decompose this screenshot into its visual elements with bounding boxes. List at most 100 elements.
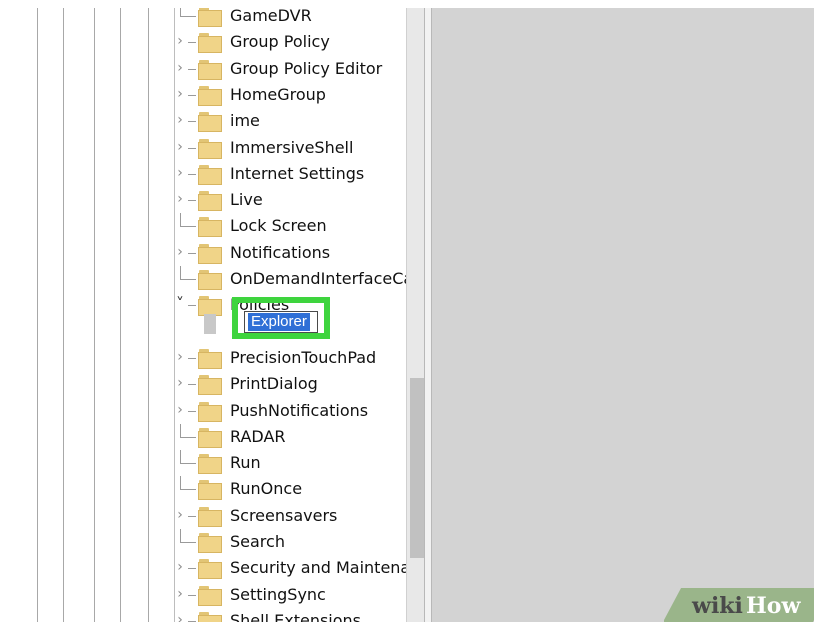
chevron-right-icon[interactable]: › [174,376,186,390]
folder-icon [198,373,222,396]
tree-connector [188,200,196,202]
tree-scrollbar[interactable] [406,8,424,622]
tree-item-label: RADAR [230,426,286,446]
tree-item[interactable]: Lock Screen [168,213,408,239]
tree-item[interactable]: › Group Policy [168,29,408,55]
tree-item[interactable]: › Internet Settings [168,161,408,187]
folder-icon-body [198,378,222,396]
tree-item-label: ime [230,111,260,131]
tree-connector [180,476,181,491]
tree-connector [180,226,196,228]
tree-connector [188,410,196,412]
tree-item[interactable]: Search [168,529,408,555]
tree-item[interactable]: › PrintDialog [168,371,408,397]
folder-icon-body [198,246,222,264]
tree-item[interactable]: › PushNotifications [168,398,408,424]
chevron-right-icon[interactable]: › [174,350,186,364]
pane-splitter[interactable] [424,8,432,622]
chevron-right-icon[interactable]: › [174,403,186,417]
chevron-right-icon[interactable]: › [174,587,186,601]
tree-item[interactable]: › Shell Extensions [168,608,408,622]
chevron-right-icon[interactable]: › [174,192,186,206]
tree-item-label: OnDemandInterfaceCa [230,269,414,288]
folder-icon-body [198,457,222,475]
folder-icon [198,400,222,422]
folder-icon-body [198,509,222,527]
tree-item-label: Live [230,190,263,210]
tree-item[interactable]: RunOnce [168,476,408,502]
chevron-right-icon[interactable]: › [174,34,186,48]
rename-key-input[interactable]: Explorer [244,311,318,333]
chevron-right-icon[interactable]: › [174,140,186,154]
tree-connector [180,16,196,17]
tree-item-label: Lock Screen [230,216,327,236]
tree-connector [180,450,181,465]
folder-icon [198,452,222,475]
rename-key-text[interactable]: Explorer [248,313,310,331]
tree-connector [188,42,196,44]
tree-connector [188,121,196,123]
tree-item-label: Notifications [230,242,331,262]
tree-item[interactable]: › Live [168,187,408,213]
tree-item[interactable]: › Group Policy Editor [168,56,408,82]
chevron-right-icon[interactable]: › [174,166,186,180]
tree-item[interactable]: RADAR [168,423,408,450]
tree-item[interactable]: Run [168,450,408,476]
folder-icon-body [198,273,222,290]
tree-guide-line [148,8,149,622]
tree-item[interactable]: › SettingSync [168,582,408,608]
tree-connector [188,147,196,149]
tree-connector [188,594,196,596]
tree-guide-line [63,8,64,622]
new-key-row[interactable]: Explorer [160,297,400,340]
tree-item[interactable]: GameDVR [168,8,408,29]
folder-icon-body [198,167,222,185]
tree-connector [180,489,196,491]
tree-connector [180,542,196,543]
tree-connector [180,463,196,465]
folder-icon [198,84,222,106]
folder-icon-body [198,614,222,622]
tree-item[interactable]: › Security and Maintenar [168,555,417,581]
tree-item[interactable]: › ime [168,108,408,134]
chevron-right-icon[interactable]: › [174,613,186,622]
tree-item[interactable]: › Screensavers [168,503,408,529]
tree-item-label: PrecisionTouchPad [230,347,377,367]
chevron-right-icon[interactable]: › [174,508,186,522]
tree-item-label: Shell Extensions [230,610,361,622]
tree-item[interactable]: › PrecisionTouchPad [168,345,408,371]
chevron-right-icon[interactable]: › [174,245,186,259]
chevron-right-icon[interactable]: › [174,61,186,75]
tree-item-label: PushNotifications [230,400,369,420]
folder-icon [198,268,222,290]
tree-connector [180,423,181,438]
tree-connector [188,357,196,359]
tree-item-label: Security and Maintenar [230,558,417,578]
folder-icon [198,189,222,212]
chevron-right-icon[interactable]: › [174,560,186,574]
chevron-right-icon[interactable]: › [174,87,186,101]
tree-connector [180,279,196,280]
folder-icon-body [198,430,222,448]
folder-icon [198,478,222,501]
registry-values-pane[interactable] [432,8,814,622]
tree-connector [180,213,181,228]
folder-icon [198,505,222,527]
tree-item[interactable]: › ImmersiveShell [168,135,408,161]
tree-item[interactable]: › Notifications [168,240,408,266]
folder-icon-body [198,588,222,606]
chevron-right-icon[interactable]: › [174,113,186,127]
tree-item-label: Group Policy [230,32,330,52]
wikihow-watermark: wiki How [664,588,814,622]
tree-item-label: Run [230,453,261,473]
folder-icon [198,347,222,369]
folder-icon [198,31,222,54]
tree-item[interactable]: › HomeGroup [168,82,408,108]
tree-connector [188,568,196,570]
tree-item[interactable]: OnDemandInterfaceCa [168,266,413,292]
scrollbar-thumb[interactable] [410,378,424,558]
folder-icon-body [198,36,222,54]
folder-icon-body [198,483,222,501]
tree-connector [180,266,181,280]
tree-connector [180,529,181,543]
